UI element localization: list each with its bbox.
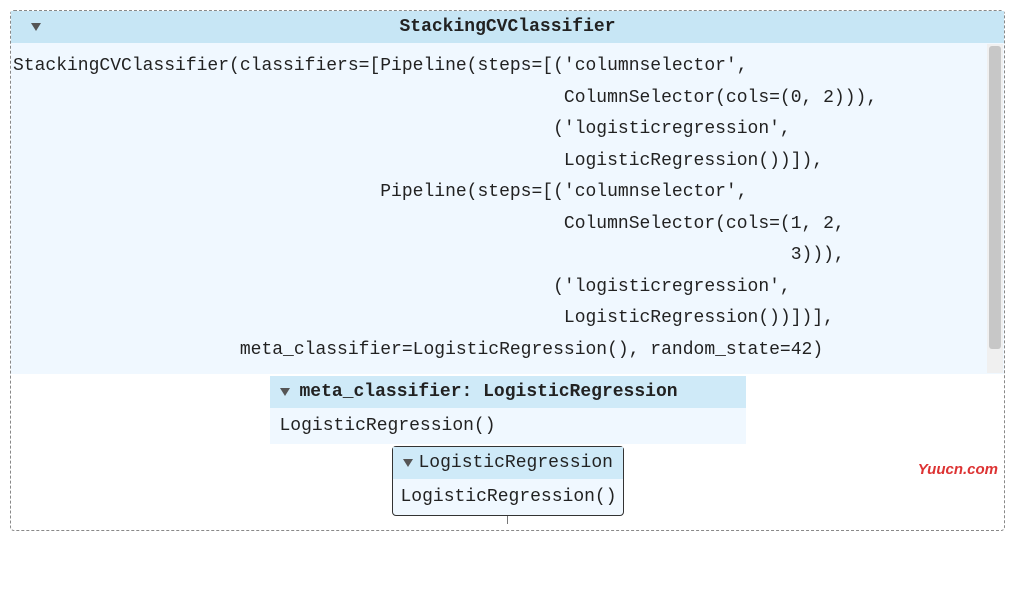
meta-classifier-header[interactable]: meta_classifier: LogisticRegression: [270, 376, 746, 408]
logistic-regression-title: LogisticRegression: [419, 453, 613, 473]
watermark-text: Yuucn.com: [918, 461, 998, 478]
stacking-header[interactable]: StackingCVClassifier: [11, 11, 1004, 43]
logistic-regression-repr: LogisticRegression(): [393, 479, 623, 515]
children-section: meta_classifier: LogisticRegression Logi…: [11, 374, 1004, 530]
collapse-icon[interactable]: [280, 388, 290, 396]
scrollbar-track[interactable]: [987, 44, 1003, 373]
logistic-regression-box[interactable]: LogisticRegression LogisticRegression(): [392, 446, 624, 516]
estimator-diagram: StackingCVClassifier StackingCVClassifie…: [10, 10, 1005, 531]
collapse-icon[interactable]: [403, 459, 413, 467]
scrollbar-thumb[interactable]: [989, 46, 1001, 349]
stacking-title: StackingCVClassifier: [399, 17, 615, 37]
repr-code-block: StackingCVClassifier(classifiers=[Pipeli…: [11, 43, 1004, 374]
connector-line: [507, 516, 508, 524]
meta-classifier-repr: LogisticRegression(): [270, 408, 746, 444]
collapse-icon[interactable]: [31, 23, 41, 31]
logistic-regression-header[interactable]: LogisticRegression: [393, 447, 623, 479]
meta-classifier-box[interactable]: meta_classifier: LogisticRegression Logi…: [270, 376, 746, 444]
meta-classifier-title: meta_classifier: LogisticRegression: [300, 382, 678, 402]
